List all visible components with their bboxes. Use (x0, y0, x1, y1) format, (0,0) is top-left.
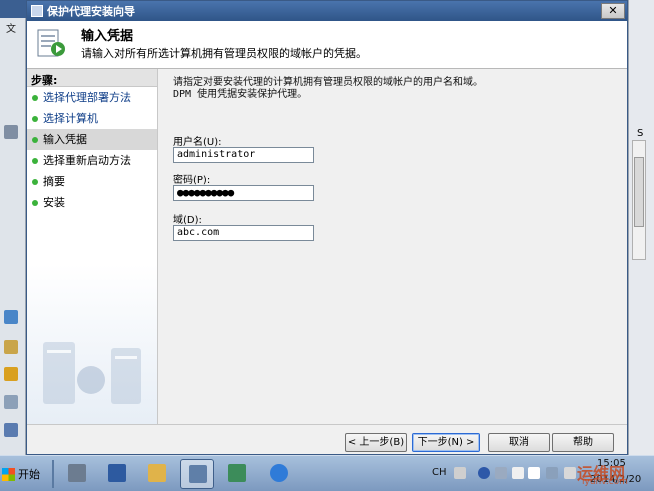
background-window-right: S (628, 0, 654, 455)
background-titlebar (0, 0, 26, 18)
window-app-icon (31, 5, 43, 17)
watermark-url: iyunv.com (582, 477, 628, 487)
step-select-deployment-method[interactable]: 选择代理部署方法 (27, 87, 157, 108)
step-label: 摘要 (43, 175, 65, 188)
wizard-body: 步骤: 选择代理部署方法 选择计算机 输入凭据 选择重新启动方法 摘要 安装 请… (27, 69, 627, 424)
password-field[interactable]: ●●●●●●●●●● (173, 185, 314, 201)
wizard-footer: < 上一步(B) 下一步(N) > 取消 帮助 (27, 424, 627, 456)
step-pending-icon (32, 158, 38, 164)
wizard-header: 输入凭据 请输入对所有所选计算机拥有管理员权限的域帐户的凭据。 (27, 21, 627, 69)
step-select-computers[interactable]: 选择计算机 (27, 108, 157, 129)
background-window-left: 文 (0, 0, 26, 455)
taskbar-explorer[interactable] (140, 459, 174, 489)
volume-icon[interactable] (564, 467, 576, 479)
background-folder-icon-2[interactable] (4, 367, 18, 381)
background-nav-icon[interactable] (4, 125, 18, 139)
help-button[interactable]: 帮助 (552, 433, 614, 452)
dpm-icon (189, 465, 207, 483)
domain-field[interactable]: abc.com (173, 225, 314, 241)
step-current-icon (32, 137, 38, 143)
powershell-icon (108, 464, 126, 482)
step-label: 选择代理部署方法 (43, 91, 131, 104)
credentials-panel: 请指定对要安装代理的计算机拥有管理员权限的域帐户的用户名和域。 DPM 使用凭据… (159, 69, 627, 424)
background-folder-icon[interactable] (4, 340, 18, 354)
show-hidden-icons-icon[interactable] (512, 467, 524, 479)
taskbar-powershell[interactable] (100, 459, 134, 489)
taskbar-dpm-wizard[interactable] (180, 459, 214, 489)
chevron-down-icon[interactable] (495, 467, 507, 479)
window-title: 保护代理安装向导 (47, 5, 135, 18)
step-label: 选择重新启动方法 (43, 154, 131, 167)
background-disk-icon[interactable] (4, 423, 18, 437)
background-scrollbar-thumb[interactable] (634, 157, 644, 227)
wizard-header-icon (37, 29, 65, 57)
server-illustration-icon (43, 342, 141, 404)
domain-label: 域(D): (173, 215, 202, 226)
instruction-text: 请指定对要安装代理的计算机拥有管理员权限的域帐户的用户名和域。 DPM 使用凭据… (173, 77, 483, 101)
wizard-dialog: 保护代理安装向导 ✕ 输入凭据 请输入对所有所选计算机拥有管理员权限的域帐户的凭… (26, 0, 628, 455)
folder-icon (148, 464, 166, 482)
windows-logo-icon (2, 467, 15, 481)
action-center-flag-icon[interactable] (528, 467, 540, 479)
background-doc-icon[interactable] (4, 395, 18, 409)
page-subtitle: 请输入对所有所选计算机拥有管理员权限的域帐户的凭据。 (81, 47, 367, 60)
server-manager-icon (68, 464, 86, 482)
title-bar[interactable]: 保护代理安装向导 ✕ (27, 1, 627, 21)
language-indicator[interactable]: CH (432, 467, 447, 478)
steps-heading: 步骤: (27, 69, 157, 87)
background-menu-label[interactable]: 文 (6, 20, 16, 35)
console-icon (228, 464, 246, 482)
step-pending-icon (32, 179, 38, 185)
step-pending-icon (32, 200, 38, 206)
close-button[interactable]: ✕ (601, 3, 625, 19)
step-summary[interactable]: 摘要 (27, 171, 157, 192)
step-label: 安装 (43, 196, 65, 209)
step-label: 选择计算机 (43, 112, 98, 125)
help-icon[interactable] (478, 467, 490, 479)
taskbar-server-manager[interactable] (60, 459, 94, 489)
step-label: 输入凭据 (43, 133, 87, 146)
taskbar-separator (52, 460, 54, 488)
network-icon[interactable] (546, 467, 558, 479)
internet-explorer-icon (270, 464, 288, 482)
page-title: 输入凭据 (81, 29, 134, 44)
step-complete-icon (32, 95, 38, 101)
step-enter-credentials[interactable]: 输入凭据 (27, 129, 157, 150)
instruction-line: 请指定对要安装代理的计算机拥有管理员权限的域帐户的用户名和域。 (173, 77, 483, 88)
steps-panel: 步骤: 选择代理部署方法 选择计算机 输入凭据 选择重新启动方法 摘要 安装 (27, 69, 158, 424)
taskbar: 开始 CH 15:05 2014/2/20 (0, 455, 654, 491)
instruction-line: DPM 使用凭据安装保护代理。 (173, 89, 308, 100)
back-button[interactable]: < 上一步(B) (345, 433, 407, 452)
keyboard-icon[interactable] (454, 467, 466, 479)
cancel-button[interactable]: 取消 (488, 433, 550, 452)
step-complete-icon (32, 116, 38, 122)
start-button[interactable]: 开始 (2, 463, 46, 485)
step-install[interactable]: 安装 (27, 192, 157, 213)
background-scrollbar[interactable] (632, 140, 646, 260)
start-label: 开始 (18, 468, 40, 481)
next-button[interactable]: 下一步(N) > (412, 433, 480, 452)
taskbar-dpm-console[interactable] (220, 459, 254, 489)
password-label: 密码(P): (173, 175, 211, 186)
taskbar-internet-explorer[interactable] (262, 459, 296, 489)
username-field[interactable]: administrator (173, 147, 314, 163)
username-label: 用户名(U): (173, 137, 222, 148)
background-globe-icon[interactable] (4, 310, 18, 324)
background-right-label: S (637, 128, 644, 139)
step-select-restart-method[interactable]: 选择重新启动方法 (27, 150, 157, 171)
